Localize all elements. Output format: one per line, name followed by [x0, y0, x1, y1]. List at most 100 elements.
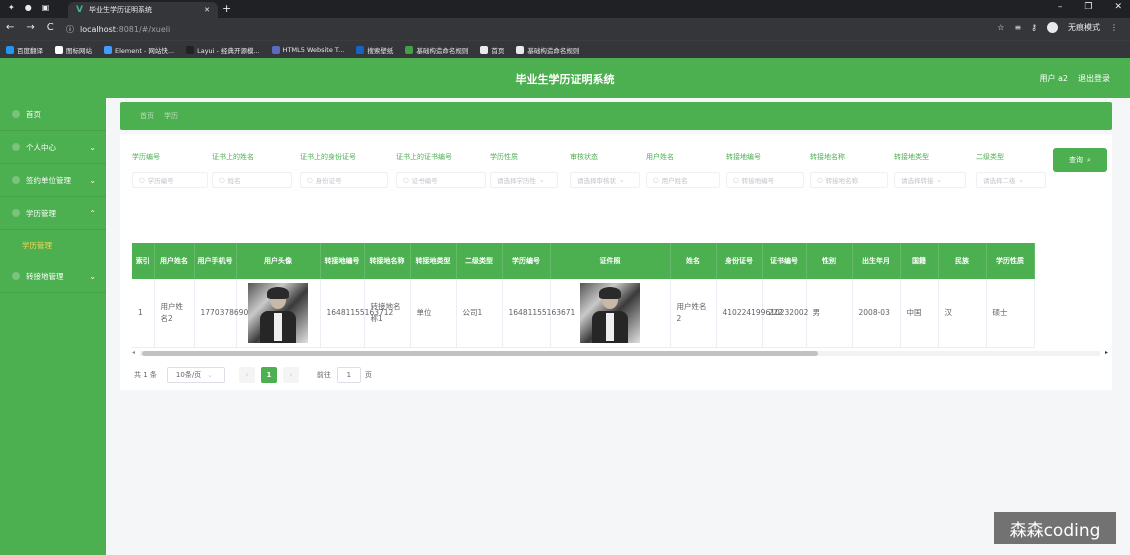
vue-logo-icon: V: [76, 5, 83, 15]
column-header[interactable]: 民族: [938, 243, 987, 279]
filter-input[interactable]: 请选择审核状 ⌄: [570, 172, 640, 188]
breadcrumb-home[interactable]: 首页: [140, 111, 154, 121]
scroll-left-icon[interactable]: ◂: [132, 349, 135, 356]
url-field[interactable]: ⓘ localhost:8081/#/xueli: [66, 22, 170, 36]
chevron-down-icon: ⌄: [539, 176, 545, 184]
column-header[interactable]: 索引: [132, 243, 155, 279]
column-header[interactable]: 二级类型: [456, 243, 503, 279]
filter-placeholder: 请选择二级: [983, 177, 1016, 185]
reload-icon[interactable]: C: [47, 22, 54, 33]
filter-input[interactable]: ○ 转接地编号: [726, 172, 804, 188]
bookmark-item[interactable]: 首页: [480, 45, 504, 55]
prev-page-button[interactable]: ‹: [238, 367, 255, 383]
star-icon[interactable]: ☆: [997, 23, 1004, 32]
filter-input[interactable]: 请选择转接 ⌄: [894, 172, 966, 188]
filter-placeholder: 姓名: [227, 177, 241, 185]
forward-icon[interactable]: →: [26, 22, 34, 33]
key-icon[interactable]: ⚷: [1031, 23, 1037, 32]
sidebar-item[interactable]: 首页: [0, 98, 106, 131]
column-header[interactable]: 用户手机号: [194, 243, 237, 279]
column-header[interactable]: 用户头像: [236, 243, 321, 279]
filter-input[interactable]: ○ 姓名: [212, 172, 292, 188]
new-tab-icon[interactable]: +: [222, 2, 231, 15]
close-tab-icon[interactable]: ✕: [204, 6, 210, 14]
column-header[interactable]: 转接地编号: [320, 243, 365, 279]
pagination: 共 1 条 10条/页 ⌄ ‹ 1 › 前往 1 页: [134, 367, 372, 383]
filter-field: 证书上的证书编号 ○ 证书编号: [396, 152, 486, 188]
column-header[interactable]: 证书编号: [762, 243, 807, 279]
address-bar-row: ← → C ⓘ localhost:8081/#/xueli ☆ ≡ ⚷ 无痕模…: [0, 18, 1130, 40]
sidebar-subitem[interactable]: 学历管理: [0, 230, 106, 260]
filter-field: 转接地类型请选择转接 ⌄: [894, 152, 966, 188]
tab-strip-icons: ✦ ● ▣: [8, 3, 49, 12]
active-tab[interactable]: V 毕业生学历证明系统 ✕: [68, 2, 218, 18]
bookmark-label: 首页: [491, 46, 505, 55]
nav-buttons: ← → C: [6, 22, 54, 33]
close-window-icon[interactable]: ✕: [1114, 2, 1122, 12]
column-header[interactable]: 学历性质: [986, 243, 1035, 279]
column-header[interactable]: 用户姓名: [154, 243, 195, 279]
filter-placeholder: 转接地编号: [741, 177, 775, 185]
filter-label: 转接地类型: [894, 153, 929, 161]
filter-input[interactable]: ○ 证书编号: [396, 172, 486, 188]
page-size-select[interactable]: 10条/页 ⌄: [166, 367, 225, 383]
filter-field: 转接地名称 ○ 转接地名称: [810, 152, 888, 188]
bookmark-label: 图标网站: [66, 46, 92, 55]
column-header[interactable]: 转接地类型: [410, 243, 457, 279]
bookmark-item[interactable]: 基础构造命名规则: [516, 45, 579, 55]
bookmark-item[interactable]: 搜索壁纸: [356, 45, 393, 55]
goto-page-input[interactable]: 1: [336, 367, 361, 383]
column-header[interactable]: 身份证号: [716, 243, 763, 279]
window-icon[interactable]: ▣: [42, 3, 50, 12]
back-icon[interactable]: ←: [6, 22, 14, 33]
logout-link[interactable]: 退出登录: [1078, 73, 1110, 84]
filter-input[interactable]: 请选择学历性 ⌄: [490, 172, 558, 188]
page-number-1[interactable]: 1: [260, 367, 277, 383]
bookmark-item[interactable]: HTML5 Website T...: [271, 45, 344, 54]
filter-input[interactable]: ○ 转接地名称: [810, 172, 888, 188]
column-header[interactable]: 性别: [806, 243, 853, 279]
reading-list-icon[interactable]: ≡: [1014, 23, 1021, 32]
restore-icon[interactable]: ❐: [1084, 2, 1092, 12]
pin-icon[interactable]: ✦: [8, 3, 15, 12]
bookmark-item[interactable]: 图标网站: [55, 45, 92, 55]
sidebar-item[interactable]: 转接地管理 ⌄: [0, 260, 106, 293]
filter-placeholder: 请选择学历性: [497, 177, 536, 185]
user-avatar-image[interactable]: [248, 282, 308, 343]
info-icon[interactable]: ⓘ: [66, 24, 74, 35]
pager-total: 共 1 条: [134, 371, 157, 379]
menu-icon[interactable]: ⋮: [1110, 23, 1118, 32]
sidebar-item[interactable]: 签约单位管理 ⌄: [0, 164, 106, 197]
certificate-photo-image[interactable]: [580, 282, 640, 343]
bookmark-item[interactable]: Element - 网站快...: [104, 45, 174, 55]
bookmark-item[interactable]: Layui - 经典开源模...: [186, 45, 260, 55]
next-page-button[interactable]: ›: [282, 367, 299, 383]
incognito-avatar-icon[interactable]: [1047, 22, 1058, 33]
bookmark-item[interactable]: 百度翻译: [6, 45, 43, 55]
github-icon[interactable]: ●: [25, 3, 32, 12]
breadcrumb-current: 学历: [164, 112, 178, 120]
scroll-right-icon[interactable]: ▸: [1105, 349, 1108, 356]
column-header[interactable]: 出生年月: [852, 243, 901, 279]
column-header[interactable]: 学历编号: [502, 243, 551, 279]
minimize-icon[interactable]: –: [1058, 2, 1063, 12]
scroll-thumb[interactable]: [142, 351, 818, 356]
filter-label: 证书上的证书编号: [396, 153, 452, 161]
horizontal-scrollbar[interactable]: ◂ ▸: [132, 349, 1108, 357]
column-header[interactable]: 姓名: [670, 243, 717, 279]
filter-input[interactable]: ○ 身份证号: [300, 172, 388, 188]
search-button[interactable]: 查询 ⌕: [1053, 148, 1107, 172]
filter-input[interactable]: 请选择二级 ⌄: [976, 172, 1046, 188]
bookmark-label: 基础构造命名规则: [527, 46, 580, 55]
sidebar-item[interactable]: 个人中心 ⌄: [0, 131, 106, 164]
table-cell: 公司1: [456, 279, 503, 348]
sidebar-item[interactable]: 学历管理 ⌃: [0, 197, 106, 230]
column-header[interactable]: 转接地名称: [364, 243, 411, 279]
column-header[interactable]: 国籍: [900, 243, 939, 279]
filter-input[interactable]: ○ 用户姓名: [646, 172, 720, 188]
table-cell: 17703786902: [194, 279, 253, 348]
filter-input[interactable]: ○ 学历编号: [132, 172, 208, 188]
column-header[interactable]: 证件照: [550, 243, 671, 279]
table-row[interactable]: 1 用户姓名2 17703786902 16481155163712 转接地名称1 单位公…: [132, 279, 1035, 348]
bookmark-item[interactable]: 基础构造命名规则: [405, 45, 468, 55]
